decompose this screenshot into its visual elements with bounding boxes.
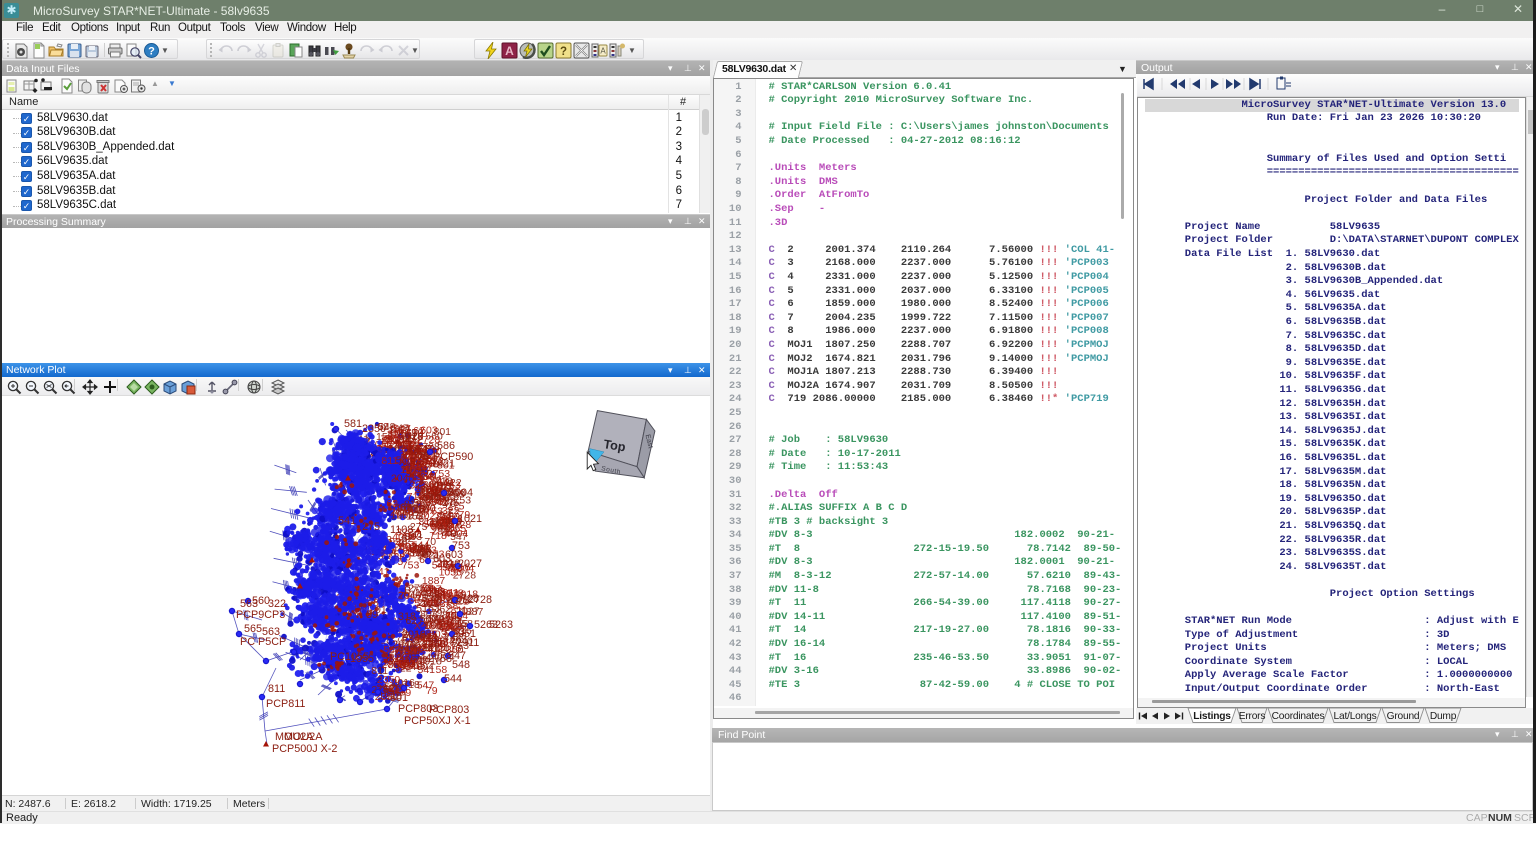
svg-text:Coordinates: Coordinates: [1272, 711, 1325, 722]
svg-text:2911: 2911: [456, 637, 479, 649]
svg-text:?: ?: [560, 46, 567, 58]
svg-text:Errors: Errors: [1239, 711, 1266, 722]
svg-text:2016: 2016: [402, 629, 426, 641]
svg-text:753: 753: [414, 547, 432, 559]
svg-text:560: 560: [413, 497, 431, 509]
svg-text:2350: 2350: [362, 423, 386, 435]
svg-text:811: 811: [268, 683, 285, 695]
svg-text:2728: 2728: [468, 594, 492, 606]
svg-text:MOU2A: MOU2A: [284, 731, 323, 743]
svg-text:544: 544: [444, 673, 462, 685]
svg-text:603: 603: [445, 549, 463, 561]
svg-text:5163: 5163: [416, 603, 440, 615]
svg-text:1021: 1021: [388, 424, 412, 436]
svg-text:1021: 1021: [458, 513, 482, 525]
svg-text:565: 565: [244, 623, 262, 635]
svg-text:A: A: [505, 44, 514, 58]
svg-text:158: 158: [395, 501, 413, 513]
svg-text:PCP9CP3: PCP9CP3: [236, 609, 285, 621]
svg-text:2040: 2040: [405, 654, 429, 666]
svg-text:548: 548: [452, 659, 470, 671]
svg-text:541: 541: [338, 515, 356, 527]
svg-text:811: 811: [381, 455, 398, 467]
svg-text:801: 801: [434, 426, 452, 438]
svg-text:PC P5CP: PC P5CP: [240, 636, 286, 648]
svg-text:548: 548: [423, 590, 441, 602]
svg-text:275: 275: [362, 521, 380, 533]
svg-text:2758: 2758: [428, 653, 452, 665]
svg-text:Ground: Ground: [1387, 711, 1420, 722]
svg-text:2040: 2040: [391, 473, 415, 485]
svg-text:59: 59: [366, 609, 378, 621]
svg-text:580: 580: [383, 435, 401, 447]
svg-text:581: 581: [344, 418, 362, 430]
svg-text:1108: 1108: [390, 524, 413, 536]
svg-text:B7: B7: [404, 585, 417, 597]
svg-text:1887: 1887: [460, 606, 484, 618]
svg-text:PCP50XJ X-1: PCP50XJ X-1: [404, 715, 471, 727]
svg-text:753: 753: [440, 527, 458, 539]
svg-text:1055: 1055: [350, 653, 374, 665]
svg-text:2350: 2350: [429, 616, 453, 628]
svg-text:PCP590: PCP590: [433, 451, 473, 463]
svg-text:318: 318: [398, 611, 416, 623]
svg-text:322: 322: [268, 598, 286, 610]
svg-text:5263: 5263: [489, 619, 513, 631]
svg-text:PCP811: PCP811: [266, 698, 305, 710]
svg-text:70: 70: [412, 431, 424, 443]
svg-text:Listings: Listings: [1193, 711, 1231, 722]
svg-text:PCP500J X-2: PCP500J X-2: [272, 743, 337, 755]
svg-text:?: ?: [148, 46, 155, 58]
svg-text:A: A: [600, 47, 606, 56]
svg-text:Dump: Dump: [1430, 711, 1457, 722]
svg-text:Lat/Longs: Lat/Longs: [1334, 711, 1377, 722]
